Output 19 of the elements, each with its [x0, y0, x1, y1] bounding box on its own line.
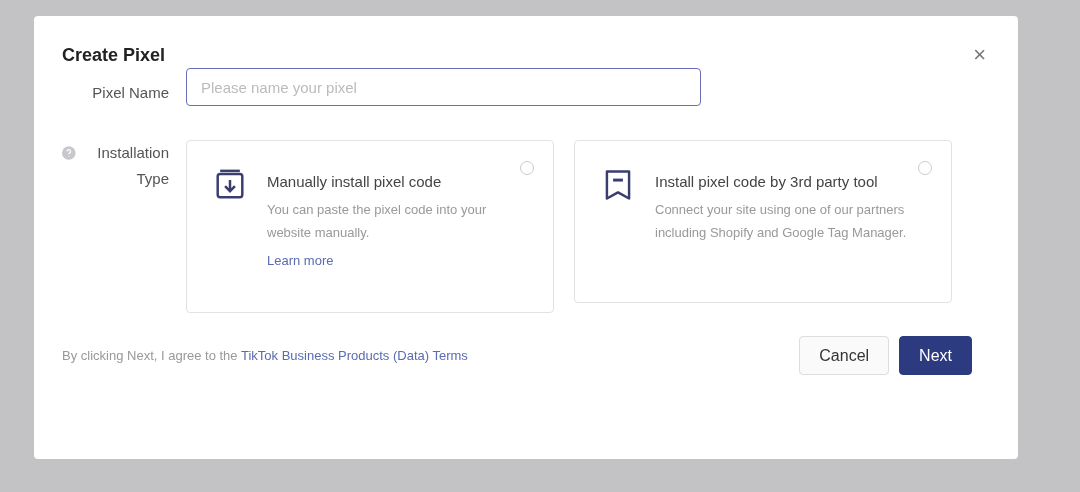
option-title: Install pixel code by 3rd party tool [655, 173, 879, 190]
cancel-button[interactable]: Cancel [799, 336, 890, 375]
option-card[interactable]: Install pixel code by 3rd party tool Connect your site using one of our partners including Shopify and Google Tag Manager. [574, 140, 952, 303]
close-button[interactable]: × [969, 44, 990, 66]
next-button[interactable]: Next [899, 336, 972, 375]
field-label: Installation Type [96, 143, 169, 189]
field-label: Pixel Name [92, 83, 169, 103]
download-icon [215, 169, 245, 201]
dialog-title: Create Pixel [62, 44, 166, 66]
terms-text: By clicking Next, I agree to the [62, 348, 238, 363]
option-description: You can paste the pixel code into your website manually. [267, 201, 488, 242]
option-card[interactable]: Manually install pixel code You can paste the pixel code into your website manually. Learn more [186, 140, 554, 313]
input-field[interactable]: Please name your pixel [186, 68, 701, 106]
option-title: Manually install pixel code [267, 173, 443, 190]
bookmark-icon [603, 169, 633, 201]
terms-link[interactable]: TikTok Business Products (Data) Terms [241, 348, 468, 363]
option-description: Connect your site using one of our partners including Shopify and Google Tag Manager. [655, 201, 908, 242]
learn-more-link[interactable]: Learn more [267, 253, 525, 268]
help-icon[interactable] [62, 146, 76, 160]
